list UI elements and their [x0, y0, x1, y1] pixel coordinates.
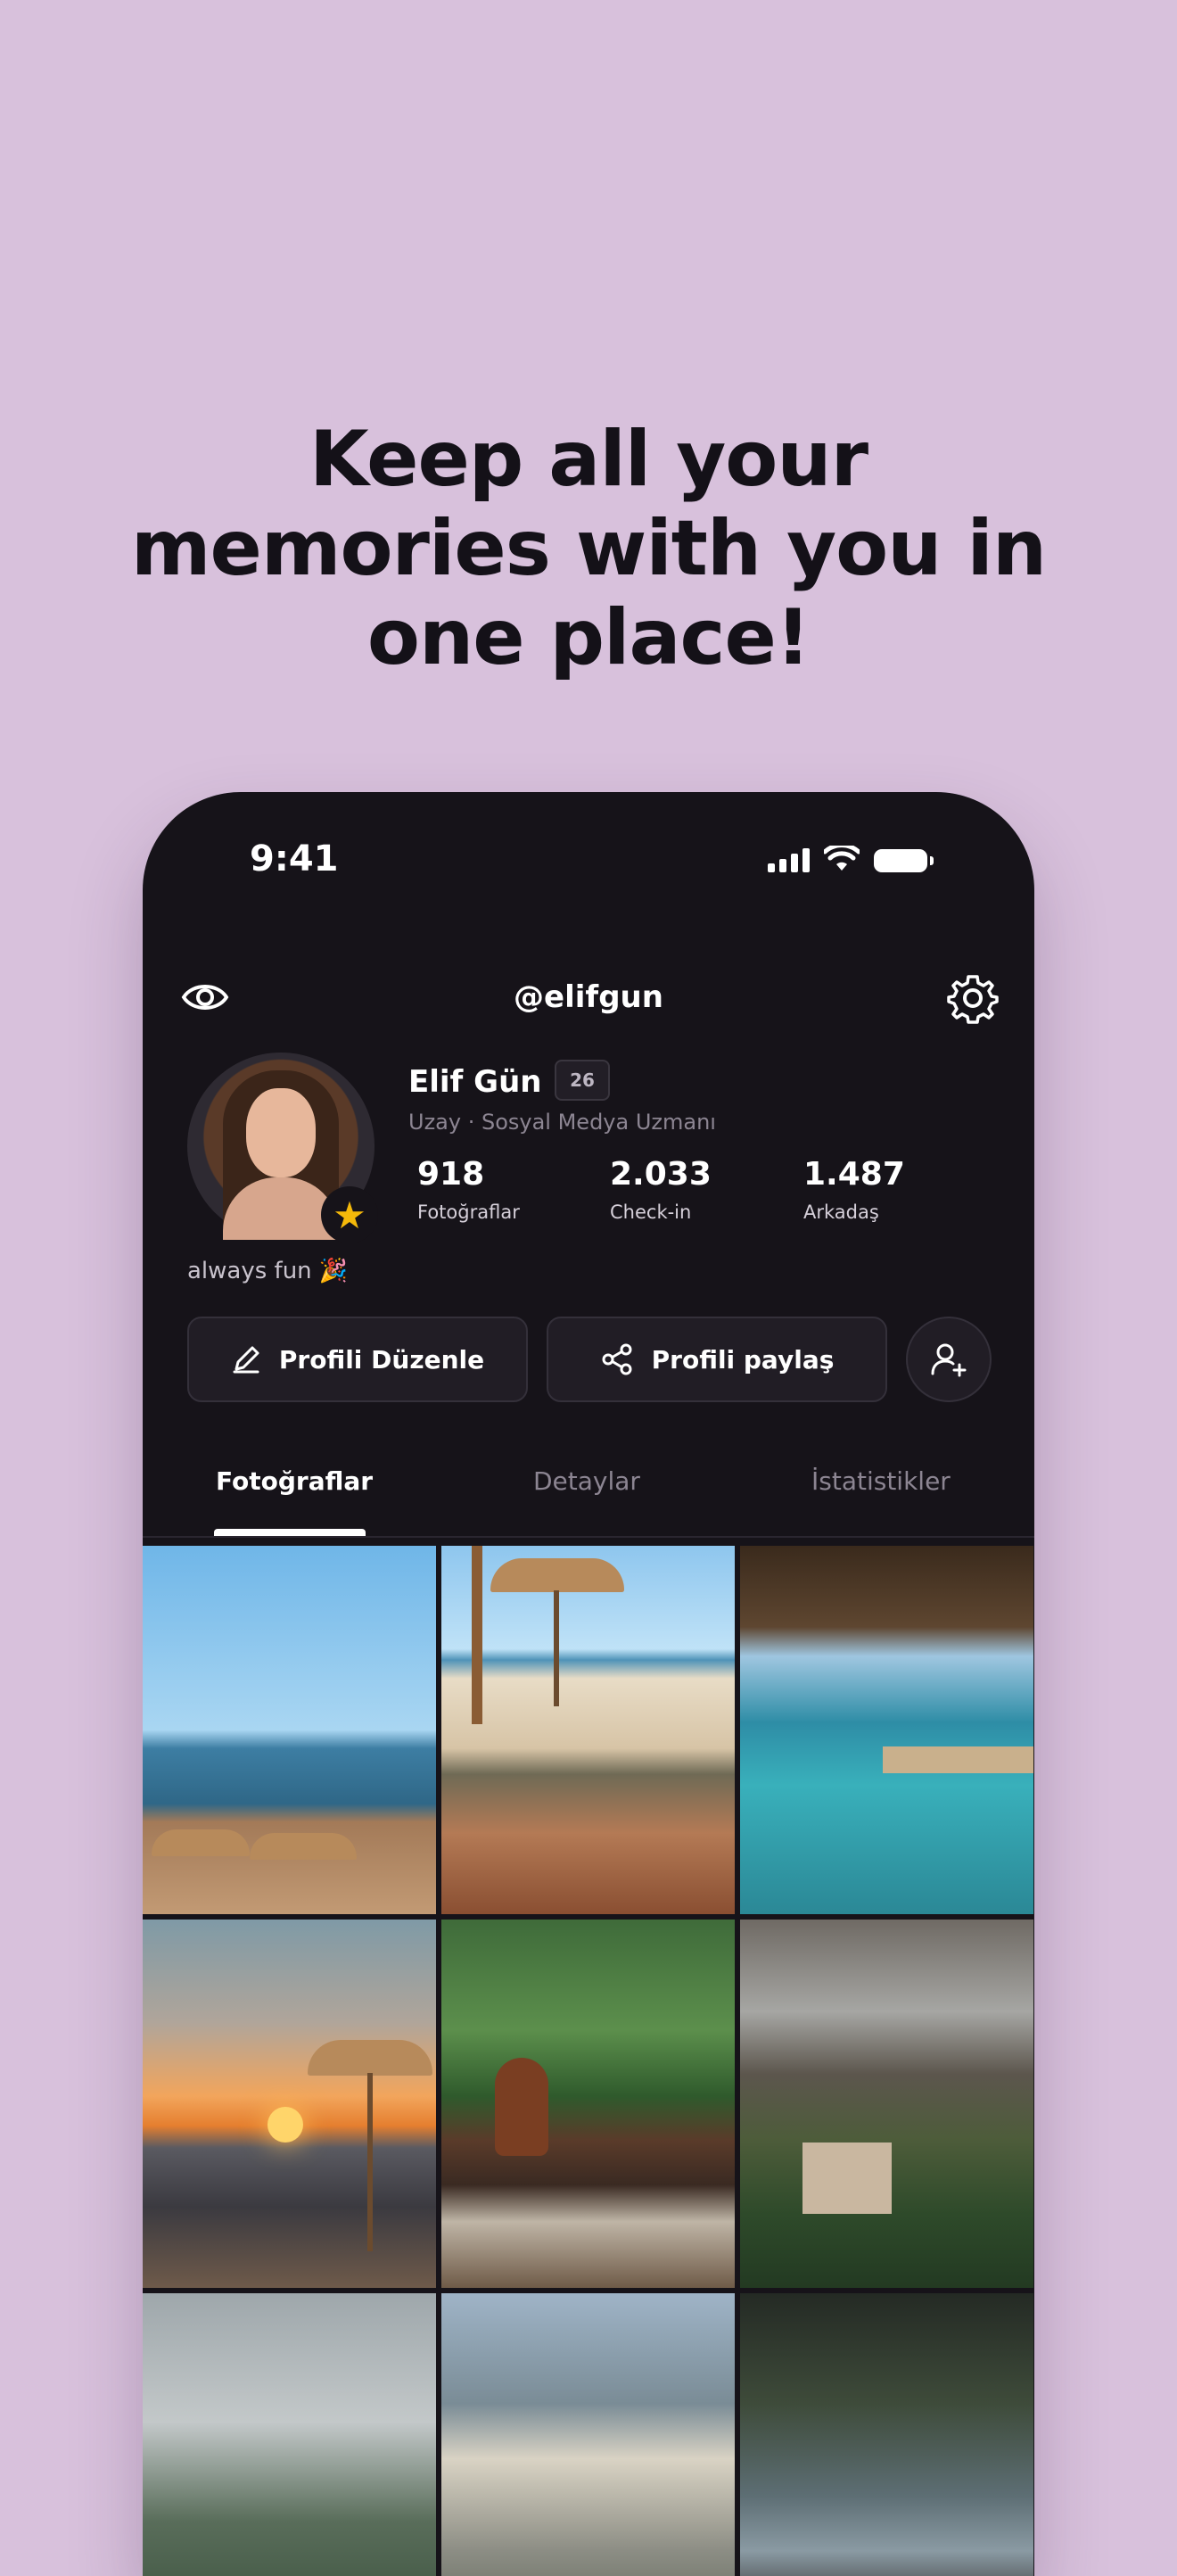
phone-frame: 9:41 @elifgun ★ Elif Gün 26 Uzay · Sosya… [143, 792, 1034, 2576]
photo-tile[interactable] [143, 2293, 436, 2576]
stat-label: Fotoğraflar [417, 1201, 520, 1223]
profile-name: Elif Gün [408, 1064, 542, 1100]
stat-friends[interactable]: 1.487 Arkadaş [803, 1156, 905, 1223]
stat-value: 2.033 [610, 1156, 712, 1193]
edit-profile-button[interactable]: Profili Düzenle [187, 1317, 528, 1402]
tab-statistics[interactable]: İstatistikler [811, 1466, 951, 1496]
headline-line-1: Keep all your [309, 415, 868, 504]
star-icon: ★ [321, 1186, 378, 1243]
stat-photos[interactable]: 918 Fotoğraflar [417, 1156, 520, 1223]
photo-tile[interactable] [143, 1546, 436, 1914]
photo-tile[interactable] [143, 1920, 436, 2288]
pencil-icon [233, 1346, 259, 1374]
profile-subtitle: Uzay · Sosyal Medya Uzmanı [408, 1110, 716, 1135]
add-friend-button[interactable] [906, 1317, 992, 1402]
stat-value: 918 [417, 1156, 485, 1193]
stat-checkins[interactable]: 2.033 Check-in [610, 1156, 712, 1223]
profile-topbar: @elifgun [143, 962, 1034, 1033]
share-profile-button[interactable]: Profili paylaş [547, 1317, 887, 1402]
status-bar: 9:41 [143, 792, 1034, 926]
share-icon [602, 1343, 632, 1375]
status-time: 9:41 [250, 838, 339, 879]
stat-label: Arkadaş [803, 1201, 879, 1223]
wifi-icon [824, 846, 860, 871]
battery-icon [874, 849, 934, 872]
share-profile-label: Profili paylaş [651, 1344, 835, 1375]
photo-tile[interactable] [740, 2293, 1033, 2576]
active-tab-indicator [214, 1529, 366, 1536]
username-handle: @elifgun [514, 979, 663, 1015]
photo-grid [143, 1546, 1034, 2576]
stat-value: 1.487 [803, 1156, 905, 1193]
tab-details[interactable]: Detaylar [533, 1466, 640, 1496]
edit-profile-label: Profili Düzenle [278, 1344, 485, 1375]
photo-tile[interactable] [740, 1546, 1033, 1914]
marketing-headline: Keep all your memories with you in one p… [0, 415, 1177, 682]
profile-tabs: Fotoğraflar Detaylar İstatistikler [143, 1461, 1034, 1538]
age-badge: 26 [555, 1060, 610, 1101]
status-icons [768, 846, 934, 872]
gear-icon[interactable] [947, 972, 999, 1024]
photo-tile[interactable] [441, 1546, 735, 1914]
headline-line-3: one place! [366, 593, 811, 682]
photo-tile[interactable] [441, 2293, 735, 2576]
add-user-icon [931, 1343, 967, 1377]
stat-label: Check-in [610, 1201, 692, 1223]
tab-photos[interactable]: Fotoğraflar [216, 1466, 373, 1496]
headline-line-2: memories with you in [130, 504, 1047, 593]
signal-icon [768, 847, 810, 872]
photo-tile[interactable] [441, 1920, 735, 2288]
photo-tile[interactable] [740, 1920, 1033, 2288]
profile-bio: always fun 🎉 [187, 1258, 349, 1284]
